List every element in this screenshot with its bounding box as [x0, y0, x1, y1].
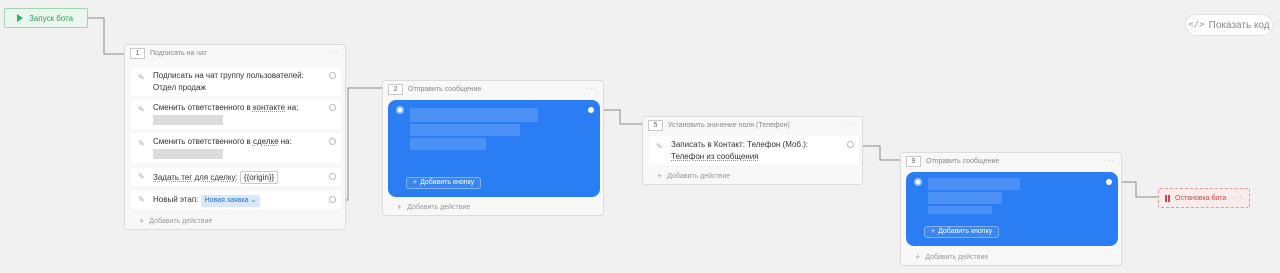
- show-code-label: Показать код: [1208, 19, 1270, 31]
- action-text-suffix: на:: [278, 137, 292, 146]
- redacted-message-text: [928, 206, 992, 214]
- deal-link[interactable]: сделке: [253, 137, 279, 146]
- stop-bot-label: Остановка бота: [1175, 194, 1227, 202]
- block-header: 1 Подписать на чат: [125, 45, 345, 61]
- pencil-icon[interactable]: ✎: [138, 104, 145, 116]
- output-port[interactable]: [587, 106, 595, 114]
- pause-icon: [1165, 194, 1170, 202]
- output-port[interactable]: [329, 196, 336, 203]
- block-title: Установить значение поля (Телефон): [668, 121, 790, 129]
- pencil-icon[interactable]: ✎: [138, 138, 145, 150]
- pencil-icon[interactable]: ✎: [138, 72, 145, 84]
- plus-icon: +: [915, 252, 921, 262]
- pencil-icon[interactable]: ✎: [138, 171, 145, 183]
- plus-icon: +: [657, 171, 663, 181]
- block-number: 9: [906, 155, 921, 167]
- pencil-icon[interactable]: ✎: [138, 194, 145, 206]
- redacted-message-text: [410, 108, 538, 122]
- block-title: Отправить сообщение: [926, 157, 1000, 165]
- block-set-field-phone[interactable]: 5 Установить значение поля (Телефон) ···…: [642, 116, 863, 185]
- message-bubble[interactable]: + Добавить кнопку: [388, 100, 600, 197]
- add-button-label: Добавить кнопку: [420, 179, 475, 186]
- start-bot-label: Запуск бота: [29, 13, 74, 23]
- code-icon: </>: [1188, 20, 1205, 30]
- pencil-icon[interactable]: ✎: [656, 141, 663, 153]
- add-action-label: Добавить действие: [925, 253, 989, 261]
- action-text: Записать в Контакт: Телефон (Моб.):: [671, 140, 809, 149]
- block-send-message-2[interactable]: 2 Отправить сообщение ··· + Добавить кно…: [382, 80, 604, 216]
- action-row-set-tag[interactable]: ✎ Задать тег для сделку: {{origin}}: [131, 168, 341, 186]
- message-bubble[interactable]: + Добавить кнопку: [906, 172, 1118, 246]
- add-action-button[interactable]: + Добавить действие: [139, 216, 212, 226]
- add-button-button[interactable]: + Добавить кнопку: [406, 177, 482, 189]
- redacted-message-text: [410, 124, 520, 136]
- action-row-deal-owner[interactable]: ✎ Сменить ответственного в сделке на:: [131, 133, 341, 163]
- block-menu-icon[interactable]: ···: [586, 84, 597, 93]
- add-button-button[interactable]: + Добавить кнопку: [924, 226, 1000, 238]
- action-text: Задать тег для сделку:: [153, 173, 238, 182]
- block-menu-icon[interactable]: ···: [845, 120, 856, 129]
- action-row-subscribe[interactable]: ✎ Подписать на чат группу пользователей:…: [131, 67, 341, 96]
- action-text: Подписать на чат группу пользователей:: [153, 71, 304, 80]
- tag-chip[interactable]: {{origin}}: [239, 171, 279, 184]
- stage-select-value: Новая заявка: [204, 197, 249, 204]
- plus-icon: +: [931, 228, 936, 235]
- output-port[interactable]: [1105, 178, 1113, 186]
- add-action-button[interactable]: + Добавить действие: [657, 171, 730, 181]
- block-menu-icon[interactable]: ···: [1104, 156, 1115, 165]
- add-action-label: Добавить действие: [149, 217, 213, 225]
- plus-icon: +: [413, 179, 418, 186]
- block-send-message-9[interactable]: 9 Отправить сообщение ··· + Добавить кно…: [900, 152, 1122, 266]
- bot-flow-canvas[interactable]: Запуск бота </> Показать код 1 Подписать…: [0, 0, 1280, 273]
- action-value: Телефон из сообщения: [671, 152, 759, 161]
- action-row-contact-owner[interactable]: ✎ Сменить ответственного в контакте на:: [131, 99, 341, 129]
- block-number: 2: [388, 83, 403, 95]
- stage-select[interactable]: Новая заявка ⌄: [200, 195, 261, 207]
- contact-link[interactable]: контакте: [253, 103, 285, 112]
- block-number: 5: [648, 119, 663, 131]
- show-code-button[interactable]: </> Показать код: [1186, 15, 1272, 35]
- redacted-value: [153, 148, 223, 159]
- block-header: 2 Отправить сообщение: [383, 81, 603, 97]
- redacted-message-text: [928, 178, 1020, 190]
- chevron-down-icon: ⌄: [250, 197, 257, 204]
- output-port[interactable]: [329, 72, 336, 79]
- stop-menu-icon[interactable]: ···: [1232, 193, 1243, 202]
- block-number: 1: [130, 47, 145, 59]
- plus-icon: +: [397, 202, 403, 212]
- action-text: Новый этап:: [153, 195, 199, 204]
- output-port[interactable]: [847, 141, 854, 148]
- play-icon: [17, 14, 23, 22]
- add-button-label: Добавить кнопку: [938, 228, 993, 235]
- action-value: Отдел продаж: [153, 83, 206, 92]
- redacted-value: [153, 114, 223, 125]
- block-title: Подписать на чат: [150, 49, 207, 57]
- add-action-label: Добавить действие: [667, 172, 731, 180]
- output-port[interactable]: [329, 104, 336, 111]
- block-header: 9 Отправить сообщение: [901, 153, 1121, 169]
- action-text-prefix: Сменить ответственного в: [153, 103, 253, 112]
- block-title: Отправить сообщение: [408, 85, 482, 93]
- start-bot-node[interactable]: Запуск бота: [4, 8, 88, 28]
- redacted-message-text: [410, 138, 486, 150]
- message-start-port: [396, 106, 404, 114]
- stop-bot-node[interactable]: Остановка бота ···: [1158, 188, 1250, 208]
- block-header: 5 Установить значение поля (Телефон): [643, 117, 862, 133]
- add-action-label: Добавить действие: [407, 203, 471, 211]
- message-start-port: [914, 178, 922, 186]
- action-row-new-stage[interactable]: ✎ Новый этап: Новая заявка ⌄: [131, 191, 341, 209]
- add-action-button[interactable]: + Добавить действие: [397, 202, 470, 212]
- output-port[interactable]: [329, 138, 336, 145]
- plus-icon: +: [139, 216, 145, 226]
- block-menu-icon[interactable]: ···: [328, 48, 339, 57]
- action-text-suffix: на:: [285, 103, 299, 112]
- output-port[interactable]: [329, 173, 336, 180]
- add-action-button[interactable]: + Добавить действие: [915, 252, 988, 262]
- redacted-message-text: [928, 192, 1002, 204]
- action-text-prefix: Сменить ответственного в: [153, 137, 253, 146]
- block-subscribe-chat[interactable]: 1 Подписать на чат ··· ✎ Подписать на ча…: [124, 44, 346, 230]
- action-row-write-phone[interactable]: ✎ Записать в Контакт: Телефон (Моб.): Те…: [649, 136, 859, 165]
